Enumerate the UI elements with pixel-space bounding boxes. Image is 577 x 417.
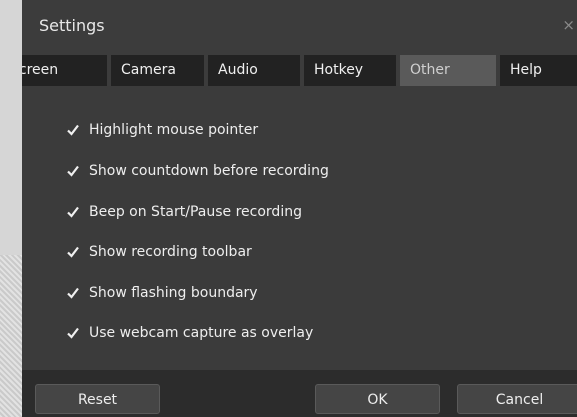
close-icon[interactable]: × <box>562 16 575 34</box>
tab-other[interactable]: Other <box>400 55 496 86</box>
tab-camera[interactable]: Camera <box>111 55 204 86</box>
tab-help[interactable]: Help <box>500 55 577 86</box>
tab-hotkey[interactable]: Hotkey <box>304 55 396 86</box>
tab-label: Screen <box>22 62 59 78</box>
checkbox-checked-icon[interactable] <box>66 205 80 219</box>
cancel-button[interactable]: Cancel <box>457 384 577 414</box>
option-beep-on-start-pause[interactable]: Beep on Start/Pause recording <box>66 202 302 222</box>
dialog-footer: Reset OK Cancel <box>22 370 577 417</box>
checkbox-checked-icon[interactable] <box>66 123 80 137</box>
tab-bar: Screen Camera Audio Hotkey Other Help <box>22 55 577 86</box>
background-pattern <box>0 255 22 417</box>
tab-label: Help <box>510 62 542 78</box>
option-label: Show countdown before recording <box>89 163 329 179</box>
ok-button[interactable]: OK <box>315 384 440 414</box>
option-show-recording-toolbar[interactable]: Show recording toolbar <box>66 242 252 262</box>
tab-label: Audio <box>218 62 258 78</box>
option-label: Highlight mouse pointer <box>89 122 259 138</box>
options-panel: Highlight mouse pointer Show countdown b… <box>22 86 577 370</box>
tab-screen[interactable]: Screen <box>22 55 107 86</box>
option-show-countdown[interactable]: Show countdown before recording <box>66 161 329 181</box>
checkbox-checked-icon[interactable] <box>66 245 80 259</box>
tab-label: Other <box>410 62 450 78</box>
tab-audio[interactable]: Audio <box>208 55 300 86</box>
settings-dialog: Settings × Screen Camera Audio Hotkey Ot… <box>22 0 577 417</box>
option-label: Beep on Start/Pause recording <box>89 204 302 220</box>
tab-label: Hotkey <box>314 62 364 78</box>
checkbox-checked-icon[interactable] <box>66 286 80 300</box>
option-webcam-overlay[interactable]: Use webcam capture as overlay <box>66 323 313 343</box>
option-label: Use webcam capture as overlay <box>89 325 314 341</box>
dialog-title: Settings <box>39 16 105 35</box>
reset-button[interactable]: Reset <box>35 384 160 414</box>
checkbox-checked-icon[interactable] <box>66 326 80 340</box>
checkbox-checked-icon[interactable] <box>66 164 80 178</box>
title-bar: Settings × <box>22 0 577 50</box>
option-label: Show flashing boundary <box>89 285 258 301</box>
option-label: Show recording toolbar <box>89 244 252 260</box>
tab-label: Camera <box>121 62 176 78</box>
option-show-flashing-boundary[interactable]: Show flashing boundary <box>66 283 258 303</box>
option-highlight-mouse-pointer[interactable]: Highlight mouse pointer <box>66 120 258 140</box>
